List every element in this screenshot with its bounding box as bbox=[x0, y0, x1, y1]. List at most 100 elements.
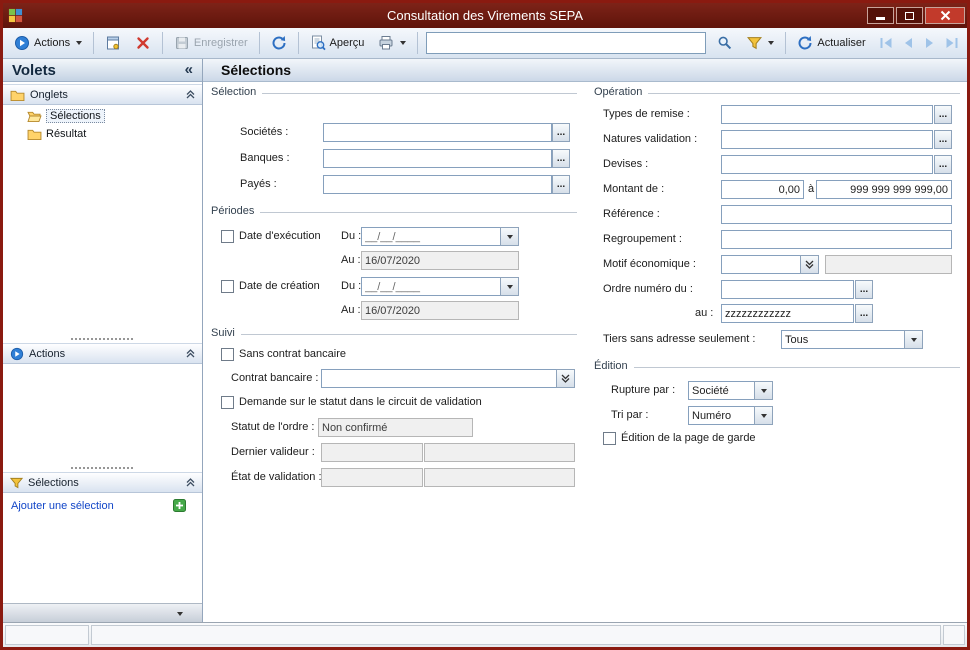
refresh-icon bbox=[798, 36, 812, 50]
contrat-bancaire-input[interactable] bbox=[321, 369, 557, 388]
rupture-par-input[interactable] bbox=[688, 381, 755, 400]
new-record-button[interactable] bbox=[99, 32, 127, 54]
first-record-icon bbox=[880, 38, 892, 48]
sidebar-section-onglets[interactable]: Onglets bbox=[3, 84, 202, 105]
natures-validation-input[interactable] bbox=[721, 130, 933, 149]
maximize-button[interactable] bbox=[896, 7, 923, 24]
date-execution-du-dropdown[interactable] bbox=[500, 227, 519, 246]
demande-statut-checkbox[interactable] bbox=[221, 396, 234, 409]
contrat-bancaire-dropdown[interactable] bbox=[556, 369, 575, 388]
banques-browse-button[interactable]: ... bbox=[552, 149, 570, 168]
minimize-button[interactable] bbox=[867, 7, 894, 24]
pane-splitter[interactable] bbox=[71, 338, 133, 340]
ordre-numero-du-browse-button[interactable]: ... bbox=[855, 280, 873, 299]
date-execution-label: Date d'exécution bbox=[239, 230, 321, 242]
ellipsis-label: ... bbox=[859, 308, 869, 319]
sidebar-section-selections[interactable]: Sélections bbox=[3, 472, 202, 493]
add-selection-link[interactable]: Ajouter une sélection bbox=[11, 500, 114, 512]
group-edition: Édition bbox=[594, 359, 960, 373]
reference-label: Référence : bbox=[603, 208, 660, 220]
refresh-button[interactable] bbox=[265, 32, 293, 54]
previous-record-button[interactable] bbox=[898, 32, 918, 54]
date-execution-du-input[interactable] bbox=[361, 227, 501, 246]
status-bar bbox=[3, 622, 967, 647]
toolbar-separator bbox=[297, 32, 299, 54]
actualiser-button[interactable]: Actualiser bbox=[791, 32, 871, 54]
preview-button[interactable]: Aperçu bbox=[304, 32, 371, 54]
group-title: Édition bbox=[594, 360, 628, 372]
sidebar-item-resultat[interactable]: Résultat bbox=[3, 125, 202, 143]
add-selection-button[interactable] bbox=[173, 499, 186, 512]
types-remise-input[interactable] bbox=[721, 105, 933, 124]
tiers-sans-adresse-input[interactable] bbox=[781, 330, 905, 349]
regroupement-input[interactable] bbox=[721, 230, 952, 249]
ellipsis-label: ... bbox=[938, 134, 948, 145]
page-garde-label: Édition de la page de garde bbox=[621, 432, 756, 444]
collapse-sidebar-button[interactable]: « bbox=[185, 62, 193, 77]
search-input[interactable] bbox=[426, 32, 707, 54]
ordre-numero-au-input[interactable] bbox=[721, 304, 854, 323]
actions-menu-button[interactable]: Actions bbox=[8, 32, 88, 54]
tree-item-label: Sélections bbox=[46, 109, 105, 123]
page-garde-checkbox[interactable] bbox=[603, 432, 616, 445]
last-record-button[interactable] bbox=[942, 32, 962, 54]
au-label: Au : bbox=[341, 304, 361, 316]
group-title: Sélection bbox=[211, 86, 257, 98]
sans-contrat-checkbox[interactable] bbox=[221, 348, 234, 361]
date-creation-du-input[interactable] bbox=[361, 277, 501, 296]
ordre-numero-au-browse-button[interactable]: ... bbox=[855, 304, 873, 323]
rupture-par-dropdown[interactable] bbox=[754, 381, 773, 400]
sidebar-bottom-expander[interactable] bbox=[3, 603, 202, 622]
maximize-icon bbox=[905, 11, 914, 20]
payes-browse-button[interactable]: ... bbox=[552, 175, 570, 194]
sidebar-section-actions[interactable]: Actions bbox=[3, 343, 202, 364]
actions-label: Actions bbox=[34, 37, 71, 49]
tri-par-dropdown[interactable] bbox=[754, 406, 773, 425]
sans-contrat-label: Sans contrat bancaire bbox=[239, 348, 347, 360]
montant-max-input[interactable] bbox=[816, 180, 952, 199]
titlebar: Consultation des Virements SEPA bbox=[3, 3, 967, 28]
natures-validation-browse-button[interactable]: ... bbox=[934, 130, 952, 149]
ordre-numero-du-input[interactable] bbox=[721, 280, 854, 299]
societes-browse-button[interactable]: ... bbox=[552, 123, 570, 142]
banques-input[interactable] bbox=[323, 149, 552, 168]
group-title: Opération bbox=[594, 86, 643, 98]
date-execution-checkbox[interactable] bbox=[221, 230, 234, 243]
tri-par-input[interactable] bbox=[688, 406, 755, 425]
pane-splitter[interactable] bbox=[71, 467, 133, 469]
folder-icon bbox=[10, 90, 25, 101]
societes-input[interactable] bbox=[323, 123, 552, 142]
reference-input[interactable] bbox=[721, 205, 952, 224]
date-creation-checkbox[interactable] bbox=[221, 280, 234, 293]
motif-economique-dropdown[interactable] bbox=[800, 255, 819, 274]
tiers-sans-adresse-dropdown[interactable] bbox=[904, 330, 923, 349]
devises-browse-button[interactable]: ... bbox=[934, 155, 952, 174]
au-label: Au : bbox=[341, 254, 361, 266]
filter-button[interactable] bbox=[741, 33, 780, 53]
toolbar-separator bbox=[161, 32, 163, 54]
devises-input[interactable] bbox=[721, 155, 933, 174]
sidebar-item-selections[interactable]: Sélections bbox=[3, 107, 202, 125]
delete-button[interactable] bbox=[129, 32, 157, 54]
next-record-button[interactable] bbox=[920, 32, 940, 54]
preview-label: Aperçu bbox=[329, 37, 365, 49]
date-creation-label: Date de création bbox=[239, 280, 320, 292]
montant-min-input[interactable] bbox=[721, 180, 804, 199]
print-button[interactable] bbox=[372, 32, 412, 54]
onglets-label: Onglets bbox=[30, 88, 68, 101]
natures-validation-label: Natures validation : bbox=[603, 133, 698, 145]
group-selection: Sélection bbox=[211, 85, 577, 99]
motif-economique-input[interactable] bbox=[721, 255, 801, 274]
chevron-down-icon bbox=[768, 41, 775, 45]
status-cell-left bbox=[5, 625, 89, 645]
save-label: Enregistrer bbox=[193, 37, 248, 49]
payes-input[interactable] bbox=[323, 175, 552, 194]
date-creation-du-dropdown[interactable] bbox=[500, 277, 519, 296]
motif-economique-libelle-input bbox=[825, 255, 952, 274]
add-selection-row: Ajouter une sélection bbox=[3, 498, 202, 516]
sidebar: Volets « Onglets Sélections Résultat Act… bbox=[3, 59, 203, 622]
close-button[interactable] bbox=[925, 7, 965, 24]
search-button[interactable] bbox=[711, 32, 739, 54]
types-remise-browse-button[interactable]: ... bbox=[934, 105, 952, 124]
first-record-button[interactable] bbox=[876, 32, 896, 54]
